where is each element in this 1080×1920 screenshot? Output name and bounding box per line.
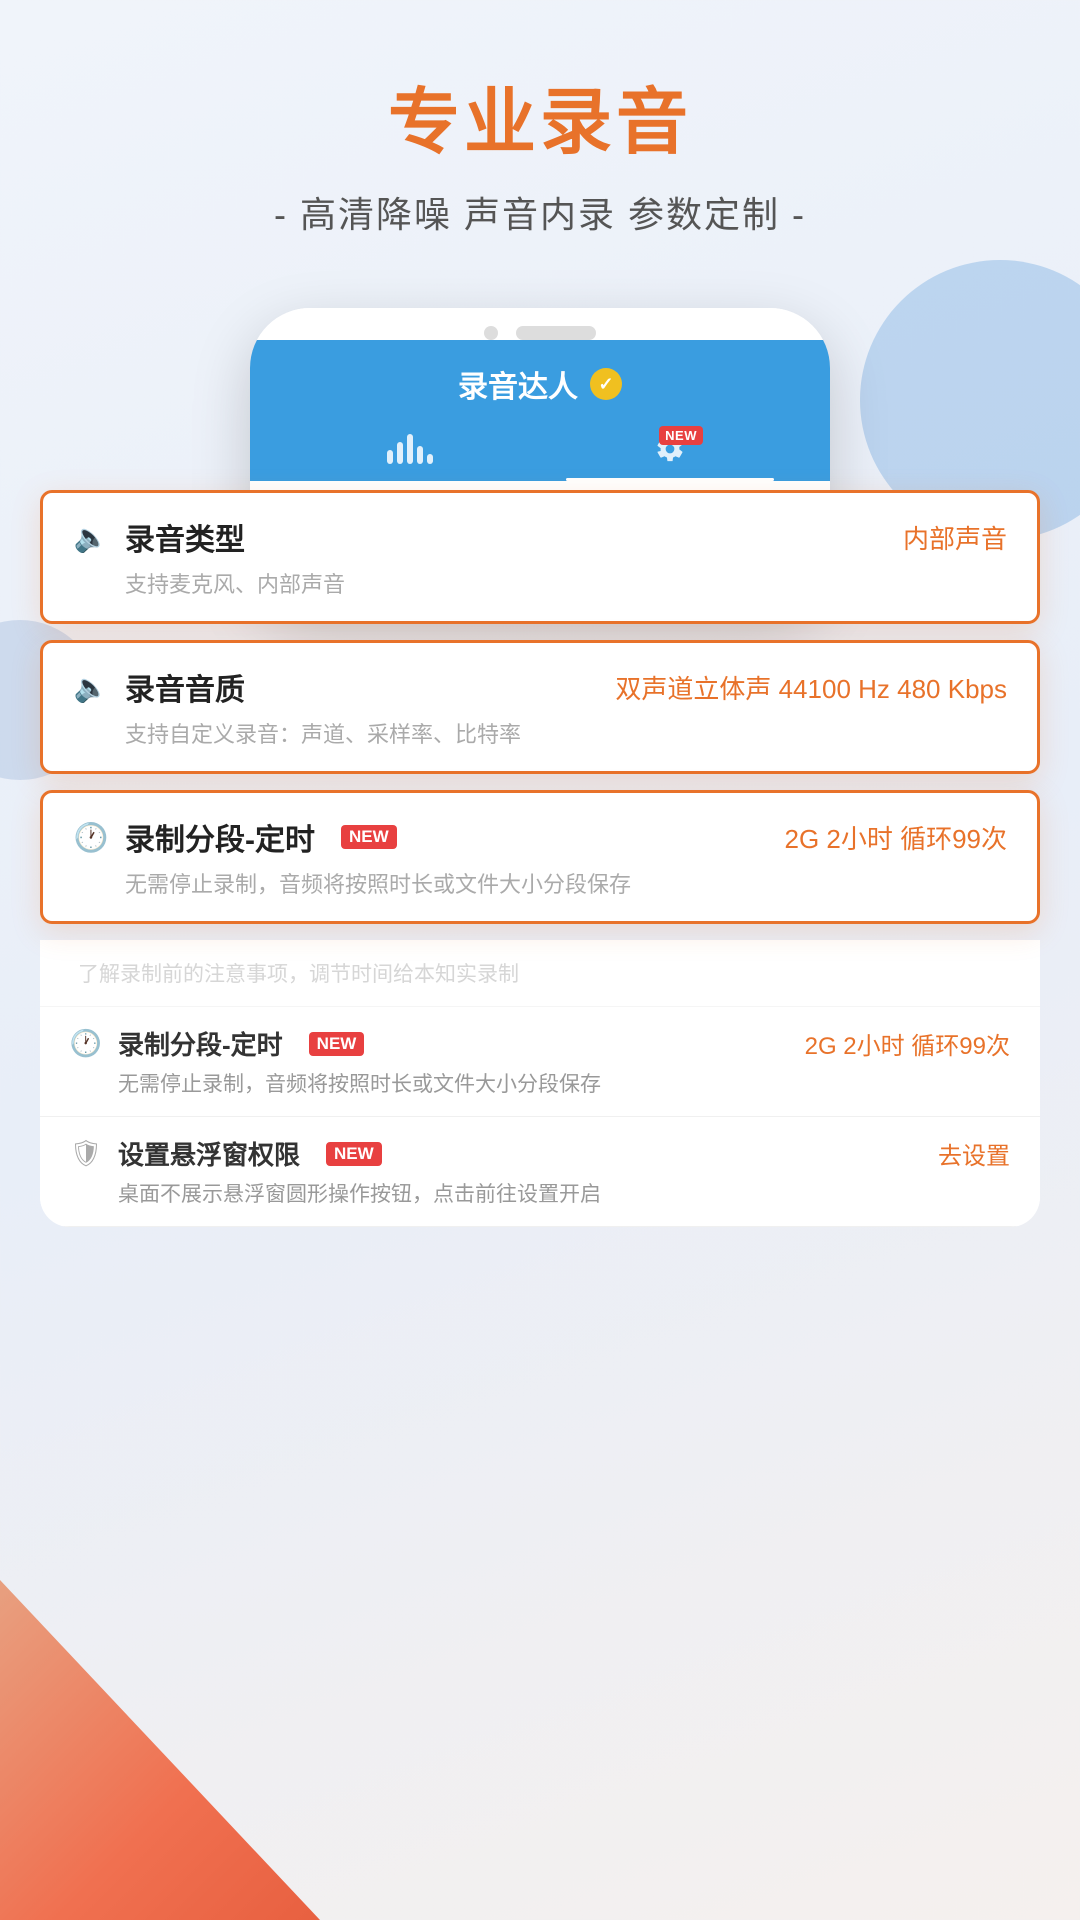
page-subtitle: - 高清降噪 声音内录 参数定制 - <box>0 186 1080 238</box>
nav-tab-waveform[interactable] <box>280 420 540 481</box>
bottom-value-2: 去设置 <box>938 1136 1010 1171</box>
bottom-clock-icon-1: 🕐 <box>70 1028 102 1060</box>
bottom-row-segment[interactable]: 🕐 录制分段-定时 NEW 2G 2小时 循环99次 无需停止录制，音频将按照时… <box>40 1007 1040 1117</box>
popup-card-quality: 🔈 录音音质 双声道立体声 44100 Hz 480 Kbps 支持自定义录音：… <box>40 640 1040 774</box>
popup-title-2: 录音音质 <box>125 665 245 709</box>
popup-desc-1: 支持麦克风、内部声音 <box>73 567 1007 599</box>
popup-card-left-1: 🔈 录音类型 <box>73 515 245 559</box>
waveform-icon <box>387 434 433 464</box>
page-title: 专业录音 <box>0 80 1080 166</box>
popup-desc-2: 支持自定义录音：声道、采样率、比特率 <box>73 717 1007 749</box>
popup-card-left-3: 🕐 录制分段-定时 NEW <box>73 815 397 859</box>
bottom-row-top-1: 🕐 录制分段-定时 NEW 2G 2小时 循环99次 <box>70 1025 1010 1062</box>
app-header-top: 录音达人 <box>280 362 800 420</box>
popup-title-3: 录制分段-定时 <box>125 815 315 859</box>
faded-text: 了解录制前的注意事项，调节时间给本知实录制 <box>70 958 1010 988</box>
bottom-desc-2: 桌面不展示悬浮窗圆形操作按钮，点击前往设置开启 <box>70 1178 1010 1208</box>
bottom-value-1: 2G 2小时 循环99次 <box>805 1026 1010 1061</box>
popup-speaker-icon-1: 🔈 <box>73 519 109 555</box>
popup-card-top-3: 🕐 录制分段-定时 NEW 2G 2小时 循环99次 <box>73 815 1007 859</box>
phone-dot <box>484 326 498 340</box>
bottom-title-2: 设置悬浮窗权限 <box>118 1135 300 1172</box>
phone-top-bar <box>250 308 830 340</box>
popup-card-top-2: 🔈 录音音质 双声道立体声 44100 Hz 480 Kbps <box>73 665 1007 709</box>
bottom-row-float[interactable]: 🛡 设置悬浮窗权限 NEW 去设置 桌面不展示悬浮窗圆形操作按钮，点击前往设置开… <box>40 1117 1040 1227</box>
app-title: 录音达人 <box>458 362 578 406</box>
popup-card-segment: 🕐 录制分段-定时 NEW 2G 2小时 循环99次 无需停止录制，音频将按照时… <box>40 790 1040 924</box>
popup-cards-area: 🔈 录音类型 内部声音 支持麦克风、内部声音 🔈 录音音质 双声道立体声 441… <box>40 490 1040 924</box>
bottom-title-1: 录制分段-定时 <box>118 1025 283 1062</box>
popup-card-left-2: 🔈 录音音质 <box>73 665 245 709</box>
phone-speaker <box>516 326 596 340</box>
popup-card-top-1: 🔈 录音类型 内部声音 <box>73 515 1007 559</box>
popup-value-2: 双声道立体声 44100 Hz 480 Kbps <box>615 669 1007 706</box>
popup-card-type: 🔈 录音类型 内部声音 支持麦克风、内部声音 <box>40 490 1040 624</box>
bg-triangle-bottom-left <box>0 1580 320 1920</box>
new-badge: NEW <box>659 426 703 445</box>
app-header: 录音达人 <box>250 340 830 481</box>
page-header: 专业录音 - 高清降噪 声音内录 参数定制 - <box>0 0 1080 268</box>
bottom-new-tag-1: NEW <box>309 1032 365 1056</box>
nav-tab-settings[interactable]: NEW <box>540 420 800 481</box>
settings-icon-wrapper: NEW <box>655 434 685 469</box>
app-nav: NEW <box>280 420 800 481</box>
bottom-new-tag-2: NEW <box>326 1142 382 1166</box>
popup-desc-3: 无需停止录制，音频将按照时长或文件大小分段保存 <box>73 867 1007 899</box>
popup-new-badge-3: NEW <box>341 825 397 849</box>
bottom-row-left-1: 🕐 录制分段-定时 NEW <box>70 1025 364 1062</box>
popup-value-3: 2G 2小时 循环99次 <box>784 819 1007 856</box>
bottom-row-top-2: 🛡 设置悬浮窗权限 NEW 去设置 <box>70 1135 1010 1172</box>
bottom-row-left-2: 🛡 设置悬浮窗权限 NEW <box>70 1135 382 1172</box>
shield-icon: 🛡 <box>70 1138 102 1170</box>
bottom-desc-1: 无需停止录制，音频将按照时长或文件大小分段保存 <box>70 1068 1010 1098</box>
popup-title-1: 录音类型 <box>125 515 245 559</box>
popup-speaker-icon-2: 🔈 <box>73 669 109 705</box>
faded-transition-row: 了解录制前的注意事项，调节时间给本知实录制 <box>40 940 1040 1007</box>
popup-value-1: 内部声音 <box>903 519 1007 556</box>
popup-clock-icon: 🕐 <box>73 819 109 855</box>
app-verified-badge <box>590 368 622 400</box>
